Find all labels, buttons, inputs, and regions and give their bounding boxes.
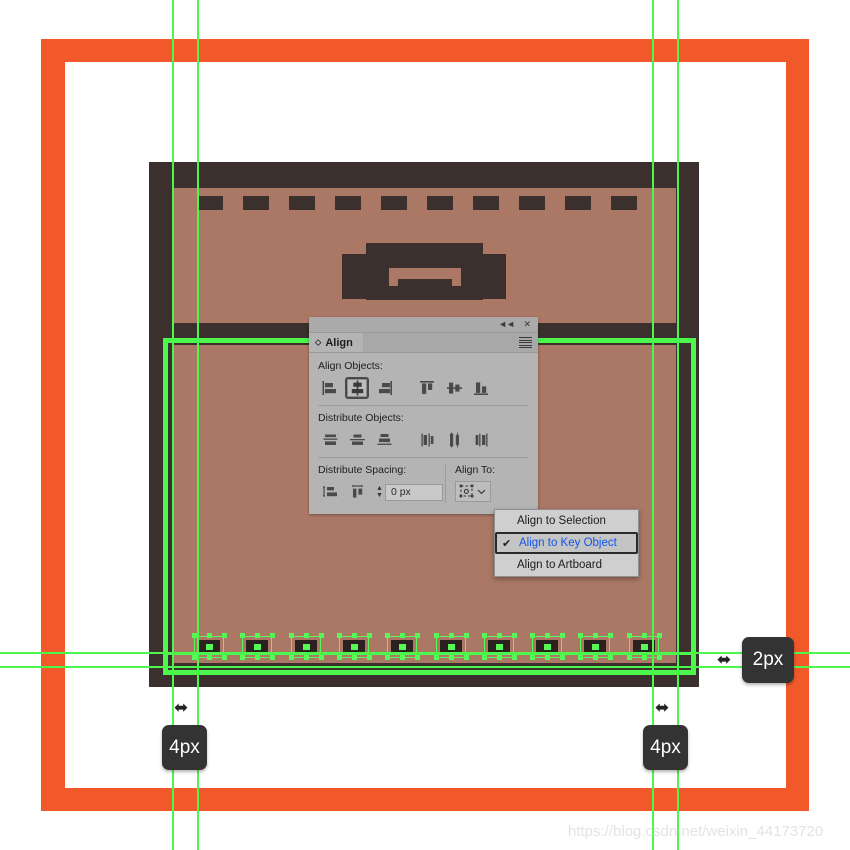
stitch-mark [519, 196, 545, 210]
menu-item-align-to-key-object[interactable]: ✔ Align to Key Object [495, 532, 638, 554]
tab-align[interactable]: ⬦ Align [309, 333, 363, 352]
align-bottom-edges-button[interactable] [469, 377, 493, 399]
suitcase-handle-slot-left [389, 268, 398, 286]
stitch-mark [473, 196, 499, 210]
key-object-icon [460, 484, 474, 498]
panel-titlebar: ◄◄ ✕ [309, 317, 538, 333]
distribute-right-edges-button[interactable] [469, 429, 493, 451]
panel-title: Align [325, 336, 353, 349]
distribute-left-edges-button[interactable] [415, 429, 439, 451]
spacing-stepper[interactable]: ▲ ▼ 0 px [376, 483, 443, 501]
selection-center-line [163, 654, 696, 655]
bottom-section: Distribute Spacing: ▲ ▼ 0 px Align To: [318, 464, 529, 503]
align-to-dropdown-button[interactable] [454, 481, 491, 502]
align-to-label: Align To: [454, 464, 496, 476]
align-to-group: Align To: [444, 464, 529, 503]
check-icon: ✔ [502, 537, 512, 550]
distribute-bottom-edges-button[interactable] [372, 429, 396, 451]
guide-vertical-2 [197, 0, 199, 850]
guide-vertical-3 [652, 0, 654, 850]
menu-item-align-to-selection[interactable]: Align to Selection [495, 510, 638, 532]
suitcase-handle-slot-right [452, 268, 461, 286]
collapse-icon[interactable]: ◄◄ [498, 319, 515, 330]
diamond-toggle-icon: ⬦ [315, 337, 322, 347]
distribute-objects-label: Distribute Objects: [318, 412, 404, 424]
spacing-input[interactable]: 0 px [384, 483, 443, 501]
guide-vertical-1 [172, 0, 174, 850]
align-to-menu[interactable]: Align to Selection ✔ Align to Key Object… [494, 509, 639, 577]
distribute-horizontal-center-button[interactable] [442, 429, 466, 451]
illustrator-canvas: ◄◄ ✕ ⬦ Align Align Objects: Distribute O… [0, 0, 850, 850]
stitch-mark [611, 196, 637, 210]
align-horizontal-center-button[interactable] [345, 377, 369, 399]
suitcase-stitch-row [197, 196, 657, 210]
menu-label: Align to Key Object [519, 537, 617, 549]
distribute-objects-button-row [318, 429, 529, 451]
measure-right-2px: 2px [742, 637, 794, 683]
chevron-down-icon [478, 489, 486, 495]
stitch-mark [243, 196, 269, 210]
distribute-spacing-row: ▲ ▼ 0 px [318, 481, 443, 503]
stitch-mark [289, 196, 315, 210]
suitcase-handle-slot [389, 268, 461, 279]
align-objects-button-row [318, 377, 529, 399]
stitch-mark [381, 196, 407, 210]
close-icon[interactable]: ✕ [523, 319, 531, 330]
stepper-arrows-icon[interactable]: ▲ ▼ [376, 485, 383, 499]
horizontal-double-arrow-icon: ⬌ [655, 698, 670, 717]
stitch-mark [197, 196, 223, 210]
distribute-top-edges-button[interactable] [318, 429, 342, 451]
watermark: https://blog.csdn.net/weixin_44173720 [568, 823, 824, 840]
stitch-mark [565, 196, 591, 210]
measure-left-4px: 4px [162, 725, 207, 770]
guide-vertical-4 [677, 0, 679, 850]
measure-right-4px: 4px [643, 725, 688, 770]
panel-divider-2 [318, 457, 529, 458]
panel-divider-1 [318, 405, 529, 406]
stitch-mark [427, 196, 453, 210]
vertical-distribute-space-button[interactable] [318, 481, 342, 503]
panel-body: Align Objects: Distribute Objects: Distr… [309, 353, 538, 503]
stitch-mark [335, 196, 361, 210]
panel-tab-row: ⬦ Align [309, 333, 538, 353]
distribute-vertical-center-button[interactable] [345, 429, 369, 451]
menu-item-align-to-artboard[interactable]: Align to Artboard [495, 554, 638, 576]
menu-label: Align to Selection [517, 515, 606, 527]
horizontal-double-arrow-icon: ⬌ [174, 698, 189, 717]
align-top-edges-button[interactable] [415, 377, 439, 399]
distribute-spacing-label: Distribute Spacing: [318, 464, 407, 476]
horizontal-double-arrow-icon: ⬌ [717, 650, 732, 669]
horizontal-distribute-space-button[interactable] [345, 481, 369, 503]
distribute-spacing-group: Distribute Spacing: ▲ ▼ 0 px [318, 464, 443, 503]
align-vertical-center-button[interactable] [442, 377, 466, 399]
menu-label: Align to Artboard [517, 559, 603, 571]
align-left-edges-button[interactable] [318, 377, 342, 399]
panel-menu-icon[interactable] [519, 337, 532, 348]
align-right-edges-button[interactable] [372, 377, 396, 399]
align-objects-label: Align Objects: [318, 360, 383, 372]
align-panel[interactable]: ◄◄ ✕ ⬦ Align Align Objects: Distribute O… [309, 317, 538, 514]
